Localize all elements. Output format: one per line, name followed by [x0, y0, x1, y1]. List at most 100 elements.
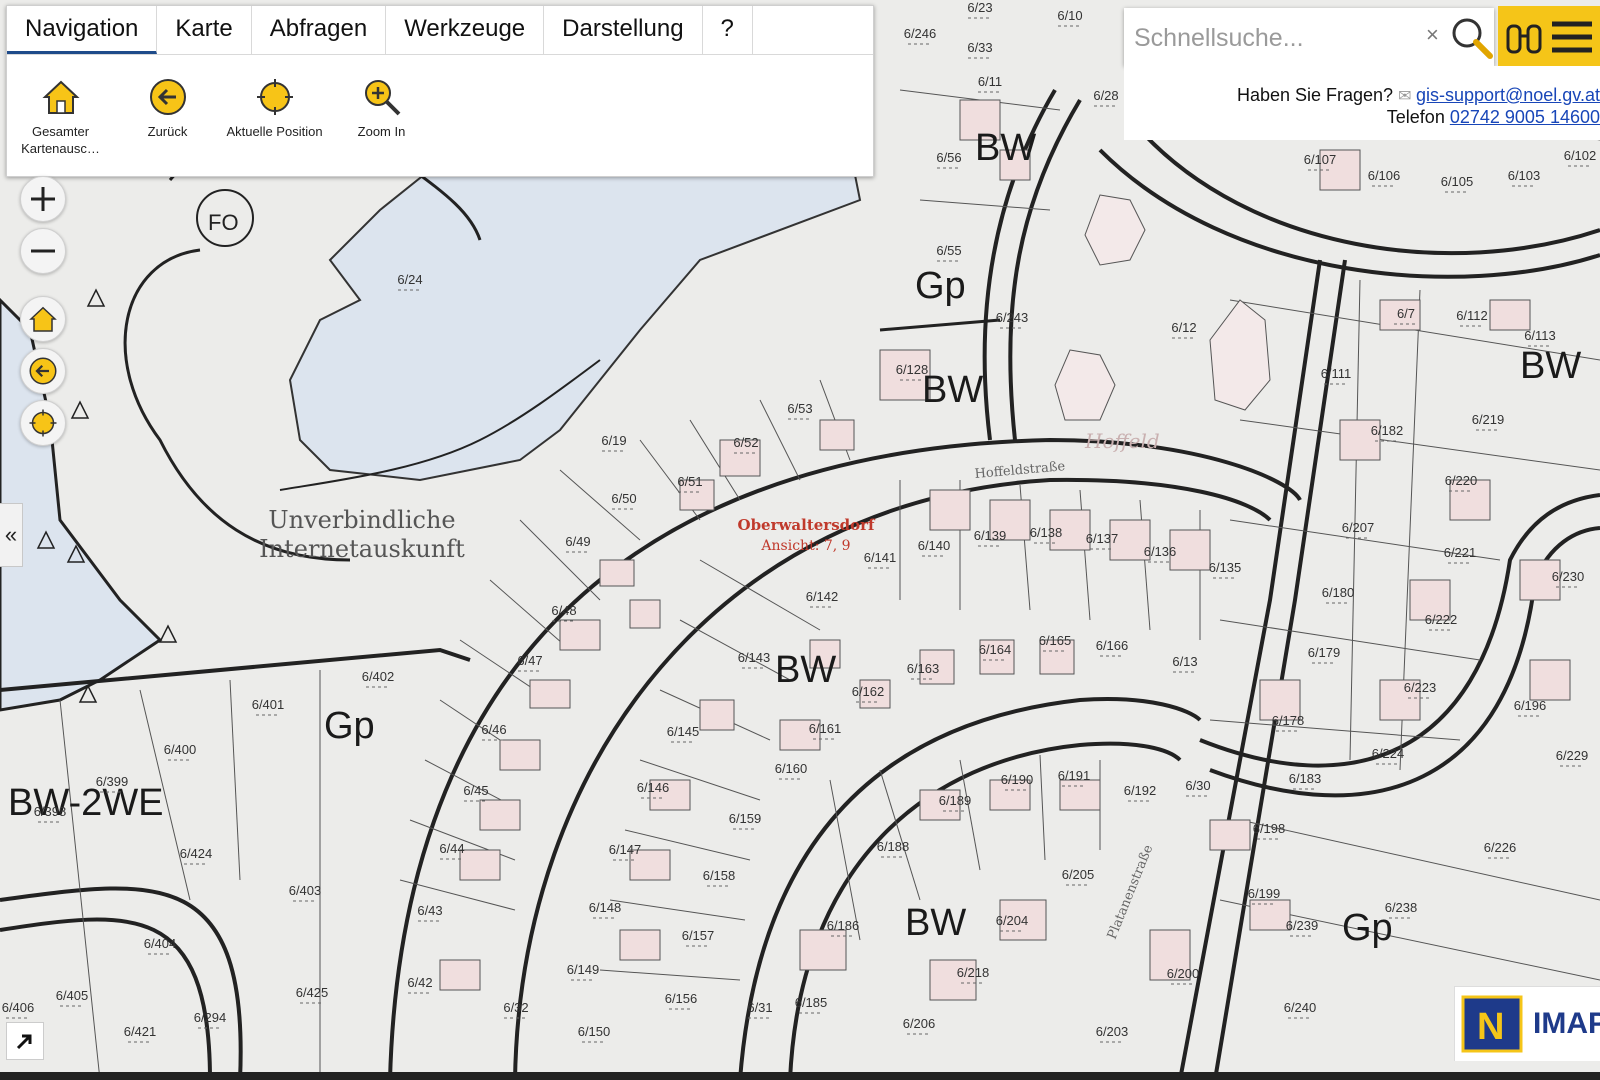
plot-number-label: 6/161 [809, 721, 842, 736]
plot-number-label: 6/147 [609, 842, 642, 857]
fullscreen-button[interactable] [6, 1022, 44, 1060]
plot-number-label: 6/230 [1552, 569, 1585, 584]
plot-number-label: 6/48 [551, 603, 576, 618]
hamburger-menu-icon[interactable] [1550, 16, 1594, 58]
plot-number-label: 6/148 [589, 900, 622, 915]
plot-number-label: 6/405 [56, 988, 89, 1003]
plus-icon [31, 187, 55, 211]
watermark-line2: Internetauskunft [259, 535, 465, 563]
plot-number-label: 6/32 [503, 1000, 528, 1015]
plot-number-label: 6/294 [194, 1010, 227, 1025]
plot-number-label: 6/112 [1456, 308, 1488, 323]
plot-number-label: 6/223 [1404, 680, 1437, 695]
plot-number-label: 6/44 [439, 841, 464, 856]
support-phone-link[interactable]: 02742 9005 14600 [1450, 107, 1600, 127]
plot-number-label: 6/47 [517, 653, 542, 668]
plot-number-label: 6/402 [362, 669, 395, 684]
plot-number-label: 6/146 [637, 780, 670, 795]
imap-logo: N IMAP [1454, 986, 1600, 1061]
tab-abfragen[interactable]: Abfragen [252, 6, 387, 54]
plot-number-label: 6/183 [1289, 771, 1322, 786]
plot-number-label: 6/49 [565, 534, 590, 549]
zone-label: BW [975, 127, 1036, 169]
home-button[interactable] [20, 296, 66, 342]
minus-icon [31, 249, 55, 253]
plot-number-label: 6/192 [1124, 783, 1157, 798]
watermark-line1: Unverbindliche [268, 506, 455, 534]
search-input[interactable] [1132, 18, 1436, 58]
plot-number-label: 6/240 [1284, 1000, 1317, 1015]
tab-karte[interactable]: Karte [157, 6, 252, 54]
current-position-button[interactable]: Aktuelle Position [221, 77, 328, 157]
plot-number-label: 6/13 [1172, 654, 1197, 669]
tab-darstellung[interactable]: Darstellung [544, 6, 703, 54]
locate-button[interactable] [20, 400, 66, 446]
plot-number-label: 6/404 [144, 936, 177, 951]
plot-number-label: 6/51 [677, 474, 702, 489]
plot-number-label: 6/142 [806, 589, 839, 604]
help-row-email: Haben Sie Fragen? ✉ gis-support@noel.gv.… [1237, 85, 1600, 106]
plot-number-label: 6/46 [481, 722, 506, 737]
help-row-phone: Telefon 02742 9005 14600 [1387, 107, 1600, 128]
plot-number-label: 6/30 [1185, 778, 1210, 793]
plot-number-label: 6/10 [1057, 8, 1082, 23]
back-arrow-icon [29, 357, 57, 385]
tab-navigation[interactable]: Navigation [7, 6, 158, 54]
plot-number-label: 6/400 [164, 742, 197, 757]
phone-label: Telefon [1386, 107, 1445, 127]
zoom-in-icon [364, 80, 400, 116]
plot-number-label: 6/43 [417, 903, 442, 918]
plot-number-label: 6/150 [578, 1024, 611, 1039]
plot-number-label: 6/425 [296, 985, 329, 1000]
back-label: Zurück [147, 124, 188, 139]
zone-label: FO [208, 210, 239, 235]
toolbar-tabs: Navigation Karte Abfragen Werkzeuge Dars… [7, 6, 873, 55]
plot-number-label: 6/424 [180, 846, 213, 861]
plot-number-label: 6/45 [463, 783, 488, 798]
clear-search-button[interactable]: × [1426, 22, 1439, 48]
zoom-in-label: Zoom In [357, 124, 406, 139]
plot-number-label: 6/105 [1441, 174, 1474, 189]
zoom-in-tool-button[interactable]: Zoom In [328, 77, 435, 157]
plot-number-label: 6/403 [289, 883, 322, 898]
plot-number-label: 6/186 [827, 918, 860, 933]
plot-number-label: 6/239 [1286, 918, 1319, 933]
plot-number-label: 6/55 [936, 243, 961, 258]
current-position-label: Aktuelle Position [226, 124, 323, 139]
plot-number-label: 6/7 [1397, 306, 1415, 321]
search-icon[interactable] [1448, 14, 1494, 60]
plot-number-label: 6/159 [729, 811, 762, 826]
plot-number-label: 6/145 [667, 724, 700, 739]
plot-number-label: 6/188 [877, 839, 910, 854]
plot-number-label: 6/138 [1030, 525, 1063, 540]
plot-number-label: 6/180 [1322, 585, 1355, 600]
plot-number-label: 6/178 [1272, 713, 1305, 728]
binoculars-icon[interactable] [1504, 18, 1544, 58]
plot-number-label: 6/399 [96, 774, 129, 789]
plot-number-label: 6/135 [1209, 560, 1242, 575]
plot-number-label: 6/406 [2, 1000, 35, 1015]
zoom-out-button[interactable] [20, 228, 66, 274]
plot-number-label: 6/111 [1321, 366, 1352, 381]
plot-number-label: 6/128 [896, 362, 929, 377]
plot-number-label: 6/190 [1001, 772, 1034, 787]
quick-search: × [1124, 8, 1494, 66]
plot-number-label: 6/224 [1372, 746, 1405, 761]
plot-number-label: 6/31 [747, 1000, 772, 1015]
plot-number-label: 6/53 [787, 401, 812, 416]
tab-werkzeuge[interactable]: Werkzeuge [386, 6, 545, 54]
support-email-link[interactable]: gis-support@noel.gv.at [1416, 85, 1600, 105]
collapse-panel-button[interactable]: « [0, 503, 23, 567]
plot-number-label: 6/157 [682, 928, 715, 943]
plot-number-label: 6/191 [1058, 768, 1091, 783]
zone-label: BW [1520, 345, 1581, 387]
zoom-in-button[interactable] [20, 176, 66, 222]
plot-number-label: 6/398 [34, 804, 67, 819]
full-extent-button[interactable]: Gesamter Kartenausc… [7, 77, 114, 157]
back-button[interactable]: Zurück [114, 77, 221, 157]
plot-number-label: 6/139 [974, 528, 1007, 543]
back-map-button[interactable] [20, 348, 66, 394]
tab-help[interactable]: ? [703, 6, 753, 54]
bottom-bar [0, 1072, 1600, 1080]
area-label: Hoffeld [1084, 429, 1160, 453]
